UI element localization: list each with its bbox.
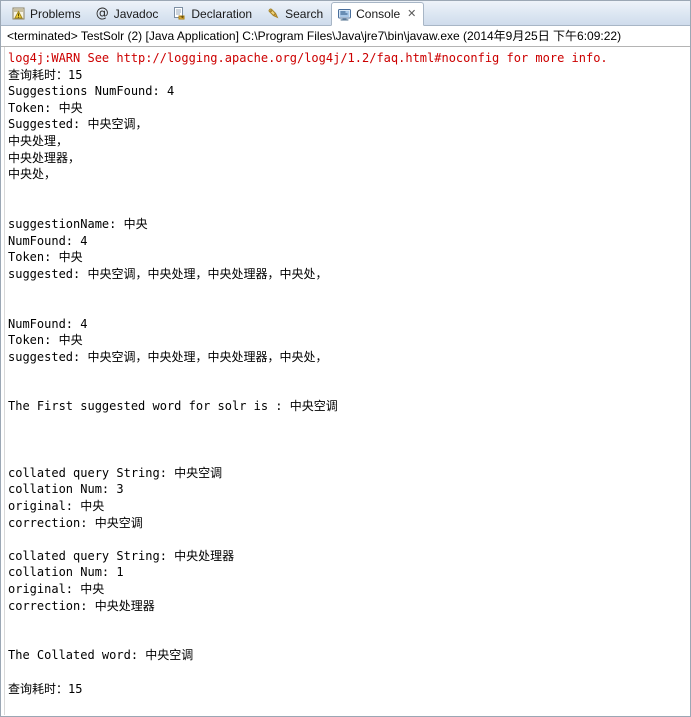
- console-line: correction: 中央空调: [8, 515, 143, 530]
- console-line: Token: 中央: [8, 100, 83, 115]
- console-line: The Collated word: 中央空调: [8, 648, 194, 663]
- tab-javadoc[interactable]: @ Javadoc: [89, 1, 167, 25]
- tab-javadoc-label: Javadoc: [113, 6, 159, 21]
- view-tab-bar: Problems @ Javadoc Declaration Search Co…: [1, 1, 690, 26]
- tab-console[interactable]: Console ✕: [331, 2, 425, 26]
- console-line: Suggested: 中央空调，: [8, 117, 148, 132]
- console-line: suggestionName: 中央: [8, 216, 148, 231]
- close-icon[interactable]: ✕: [407, 8, 416, 20]
- console-line: collated query String: 中央处理器: [8, 548, 235, 563]
- console-output-area[interactable]: log4j:WARN See http://logging.apache.org…: [1, 47, 690, 715]
- javadoc-at-icon: @: [95, 6, 109, 21]
- console-line: NumFound: 4: [8, 233, 88, 248]
- console-line: NumFound: 4: [8, 316, 88, 331]
- console-line: Suggestions NumFound: 4: [8, 84, 175, 99]
- tab-declaration-label: Declaration: [191, 6, 253, 21]
- console-line: Token: 中央: [8, 333, 83, 348]
- console-line: log4j:WARN See http://logging.apache.org…: [8, 51, 608, 65]
- declaration-icon: [172, 6, 187, 21]
- console-text: log4j:WARN See http://logging.apache.org…: [1, 47, 690, 697]
- console-line: Token: 中央: [8, 250, 83, 265]
- tab-search-label: Search: [285, 6, 324, 21]
- console-line: 中央处，: [8, 167, 57, 182]
- console-line: 查询耗时：15: [8, 67, 83, 82]
- console-line: collated query String: 中央空调: [8, 465, 223, 480]
- console-line: 查询耗时：15: [8, 681, 83, 696]
- console-line: original: 中央: [8, 499, 105, 514]
- search-icon: [266, 6, 281, 21]
- tab-problems-label: Problems: [30, 6, 81, 21]
- console-line: collation Num: 3: [8, 482, 124, 497]
- tab-declaration[interactable]: Declaration: [166, 1, 260, 25]
- console-icon: [337, 7, 352, 22]
- tab-console-label: Console: [356, 7, 401, 21]
- problems-icon: [11, 6, 26, 21]
- console-line: suggested: 中央空调，中央处理，中央处理器，中央处，: [8, 266, 328, 281]
- console-line: correction: 中央处理器: [8, 598, 155, 613]
- tab-search[interactable]: Search: [260, 1, 331, 25]
- console-line: suggested: 中央空调，中央处理，中央处理器，中央处，: [8, 349, 328, 364]
- console-line: 中央处理器，: [8, 150, 81, 165]
- console-line: collation Num: 1: [8, 565, 124, 580]
- tab-problems[interactable]: Problems: [5, 1, 89, 25]
- console-line: The First suggested word for solr is : 中…: [8, 399, 338, 414]
- launch-config-line: <terminated> TestSolr (2) [Java Applicat…: [1, 26, 690, 47]
- console-line: 中央处理，: [8, 133, 69, 148]
- console-view-window: Problems @ Javadoc Declaration Search Co…: [0, 0, 691, 717]
- console-line: original: 中央: [8, 582, 105, 596]
